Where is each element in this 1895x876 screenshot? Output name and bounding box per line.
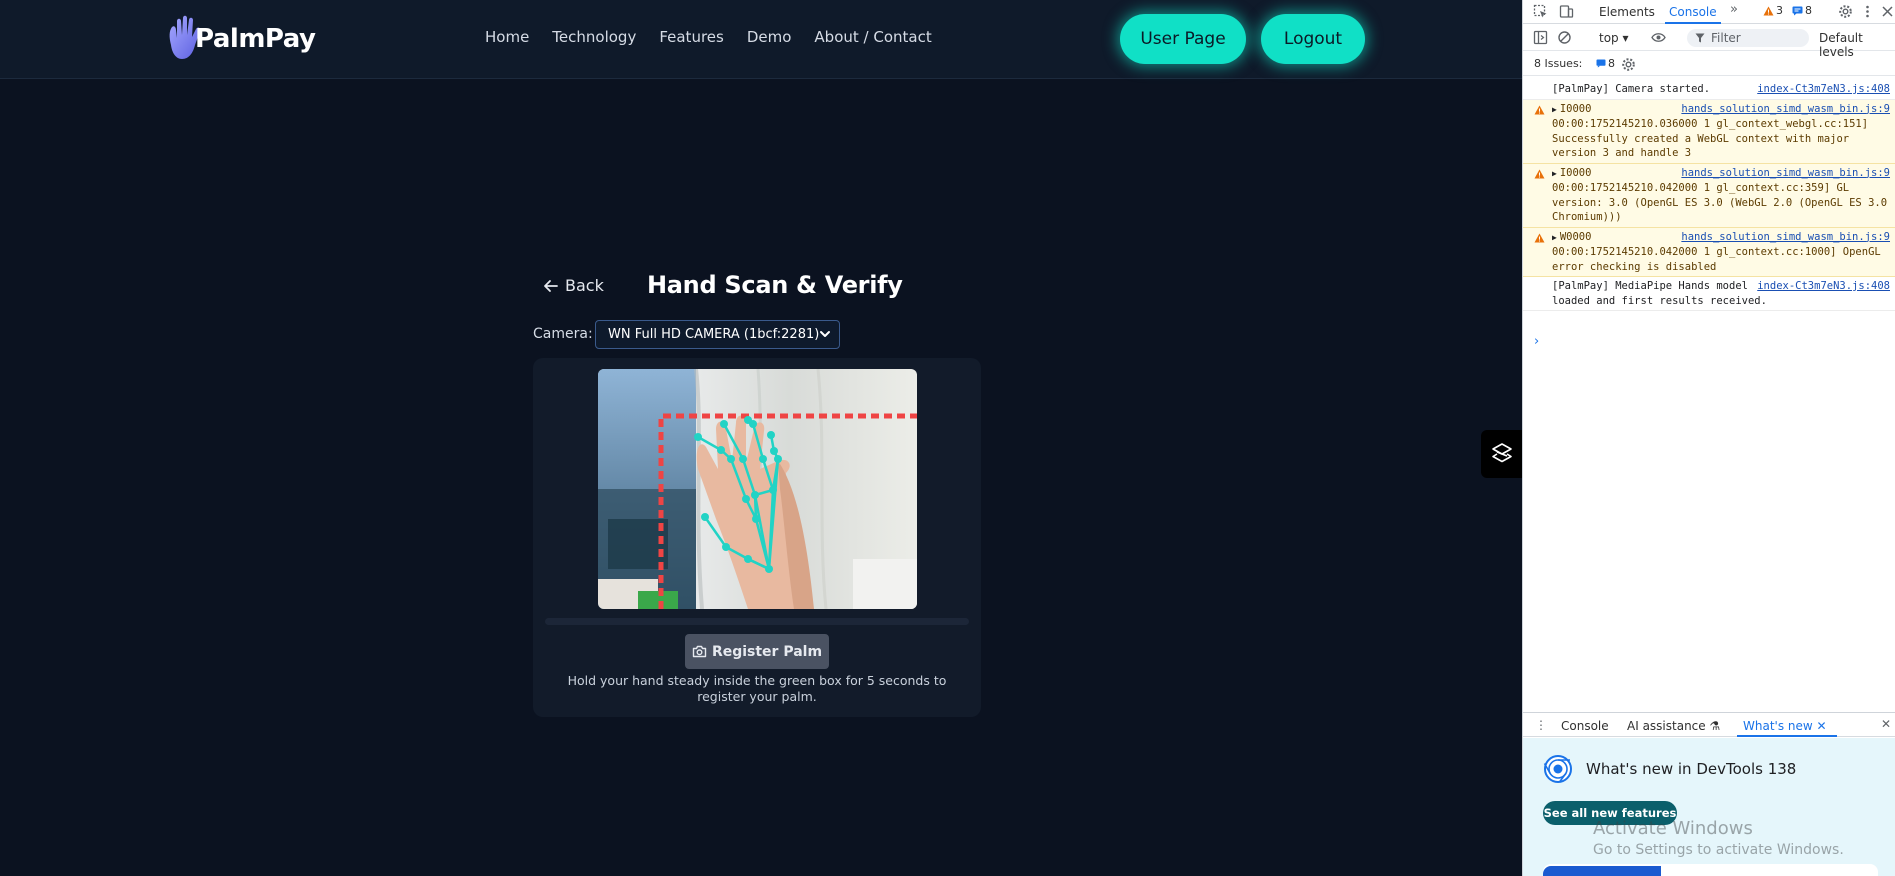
gear-icon[interactable] xyxy=(1838,4,1853,19)
drawer-tabs: ⋮ Console AI assistance ⚗ What's new ✕ ✕ xyxy=(1523,712,1895,737)
console-toolbar: top ▾ Filter Default levels xyxy=(1523,25,1895,59)
activate-windows-subtitle: Go to Settings to activate Windows. xyxy=(1593,842,1844,858)
back-label: Back xyxy=(565,276,604,295)
camera-video-frame xyxy=(598,369,917,609)
messages-count: 8 xyxy=(1805,4,1812,17)
log-source-link[interactable]: hands_solution_simd_wasm_bin.js:9 xyxy=(1681,230,1890,245)
top-navbar: PalmPay Home Technology Features Demo Ab… xyxy=(0,0,1522,79)
register-palm-label: Register Palm xyxy=(711,643,823,660)
whats-new-title: What's new in DevTools 138 xyxy=(1586,760,1797,778)
devtools-panel: Elements Console » 3 8 top ▾ Filter Defa… xyxy=(1522,0,1895,876)
flask-icon: ⚗ xyxy=(1709,719,1721,733)
gear-icon[interactable] xyxy=(1621,57,1636,72)
scan-progress-bar xyxy=(545,618,969,625)
logout-button[interactable]: Logout xyxy=(1261,14,1365,64)
more-tabs-icon[interactable]: » xyxy=(1730,2,1738,17)
camera-label: Camera: xyxy=(533,326,593,342)
active-drawer-tab-indicator xyxy=(1737,735,1837,737)
warnings-badge[interactable]: 3 xyxy=(1763,4,1783,17)
log-entry-warning: hands_solution_simd_wasm_bin.js:9 ▶ I0000… xyxy=(1523,163,1895,228)
message-icon xyxy=(1596,59,1606,68)
warning-icon xyxy=(1763,6,1774,15)
nav-demo[interactable]: Demo xyxy=(747,28,792,46)
register-hint: Hold your hand steady inside the green b… xyxy=(567,673,947,704)
filter-input[interactable]: Filter xyxy=(1687,29,1809,47)
brand-name: PalmPay xyxy=(195,24,316,54)
chevron-down-icon xyxy=(820,331,830,337)
log-text: [PalmPay] Camera started. xyxy=(1552,83,1711,95)
eye-icon[interactable] xyxy=(1651,30,1666,45)
clear-console-icon[interactable] xyxy=(1557,30,1572,45)
camera-feed xyxy=(598,369,917,609)
issues-count: 8 xyxy=(1596,57,1615,70)
floating-extension-button[interactable] xyxy=(1481,430,1522,478)
expand-triangle-icon[interactable]: ▶ xyxy=(1552,105,1557,114)
scan-card: Register Palm Hold your hand steady insi… xyxy=(533,358,981,717)
nav-about-contact[interactable]: About / Contact xyxy=(814,28,931,46)
log-source-link[interactable]: hands_solution_simd_wasm_bin.js:9 xyxy=(1681,166,1890,181)
tab-elements[interactable]: Elements xyxy=(1599,5,1655,19)
log-entry: index-Ct3m7eN3.js:408 [PalmPay] Camera s… xyxy=(1523,80,1895,100)
close-icon[interactable]: ✕ xyxy=(1817,719,1827,733)
log-entry-warning: hands_solution_simd_wasm_bin.js:9 ▶ W0000… xyxy=(1523,227,1895,277)
whats-new-panel: What's new in DevTools 138 See all new f… xyxy=(1523,738,1895,876)
nav-technology[interactable]: Technology xyxy=(552,28,636,46)
log-entry-warning: hands_solution_simd_wasm_bin.js:9 ▶ I0000… xyxy=(1523,99,1895,164)
context-select[interactable]: top ▾ xyxy=(1599,31,1629,45)
warning-icon xyxy=(1534,169,1545,178)
brand-logo[interactable]: PalmPay xyxy=(163,14,316,64)
messages-badge[interactable]: 8 xyxy=(1792,4,1812,17)
issues-count-value: 8 xyxy=(1608,57,1615,70)
drawer-menu-icon[interactable]: ⋮ xyxy=(1535,718,1547,732)
warnings-count: 3 xyxy=(1776,4,1783,17)
tab-console[interactable]: Console xyxy=(1669,5,1717,19)
user-page-button[interactable]: User Page xyxy=(1120,14,1246,64)
arrow-left-icon xyxy=(544,279,558,292)
issues-bar[interactable]: 8 Issues: 8 xyxy=(1523,52,1895,76)
register-palm-button[interactable]: Register Palm xyxy=(685,634,829,669)
page-title: Hand Scan & Verify xyxy=(647,271,903,299)
drawer-tab-ai-label: AI assistance xyxy=(1627,719,1706,733)
chrome-icon xyxy=(1543,755,1572,783)
filter-placeholder: Filter xyxy=(1711,31,1741,45)
close-drawer-icon[interactable]: ✕ xyxy=(1881,717,1891,731)
feature-card-image xyxy=(1543,866,1661,876)
camera-icon xyxy=(692,645,707,658)
back-button[interactable]: Back xyxy=(543,276,604,295)
log-source-link[interactable]: index-Ct3m7eN3.js:408 xyxy=(1757,279,1890,294)
message-icon xyxy=(1792,6,1803,15)
camera-select[interactable]: WN Full HD CAMERA (1bcf:2281) xyxy=(595,320,840,349)
activate-windows-title: Activate Windows xyxy=(1593,818,1753,839)
log-source-link[interactable]: hands_solution_simd_wasm_bin.js:9 xyxy=(1681,102,1890,117)
console-prompt-icon[interactable]: › xyxy=(1534,334,1539,349)
expand-triangle-icon[interactable]: ▶ xyxy=(1552,169,1557,178)
layers-icon xyxy=(1491,443,1512,463)
device-toolbar-icon[interactable] xyxy=(1559,4,1574,19)
console-log: index-Ct3m7eN3.js:408 [PalmPay] Camera s… xyxy=(1523,80,1895,311)
drawer-tab-ai-assistance[interactable]: AI assistance ⚗ xyxy=(1627,719,1720,733)
inspect-element-icon[interactable] xyxy=(1533,4,1548,19)
active-tab-indicator xyxy=(1665,22,1721,24)
drawer-tab-console[interactable]: Console xyxy=(1561,719,1609,733)
close-icon[interactable] xyxy=(1880,4,1895,19)
app-viewport: PalmPay Home Technology Features Demo Ab… xyxy=(0,0,1522,876)
devtools-toolbar: Elements Console » 3 8 xyxy=(1523,0,1895,24)
warning-icon xyxy=(1534,105,1545,114)
log-text: [PalmPay] MediaPipe Hands model loaded a… xyxy=(1552,280,1767,307)
kebab-menu-icon[interactable] xyxy=(1860,4,1875,19)
drawer-tab-whats-new-label: What's new xyxy=(1743,719,1813,733)
log-source-link[interactable]: index-Ct3m7eN3.js:408 xyxy=(1757,82,1890,97)
nav-features[interactable]: Features xyxy=(659,28,724,46)
nav-home[interactable]: Home xyxy=(485,28,529,46)
expand-triangle-icon[interactable]: ▶ xyxy=(1552,233,1557,242)
filter-icon xyxy=(1695,33,1705,43)
context-value: top xyxy=(1599,31,1619,45)
issues-label: 8 Issues: xyxy=(1534,57,1583,70)
sidebar-toggle-icon[interactable] xyxy=(1533,30,1548,45)
drawer-tab-whats-new[interactable]: What's new ✕ xyxy=(1743,719,1827,733)
log-entry: index-Ct3m7eN3.js:408 [PalmPay] MediaPip… xyxy=(1523,277,1895,311)
camera-select-value: WN Full HD CAMERA (1bcf:2281) xyxy=(608,327,820,342)
warning-icon xyxy=(1534,233,1545,242)
main-nav: Home Technology Features Demo About / Co… xyxy=(485,28,932,46)
